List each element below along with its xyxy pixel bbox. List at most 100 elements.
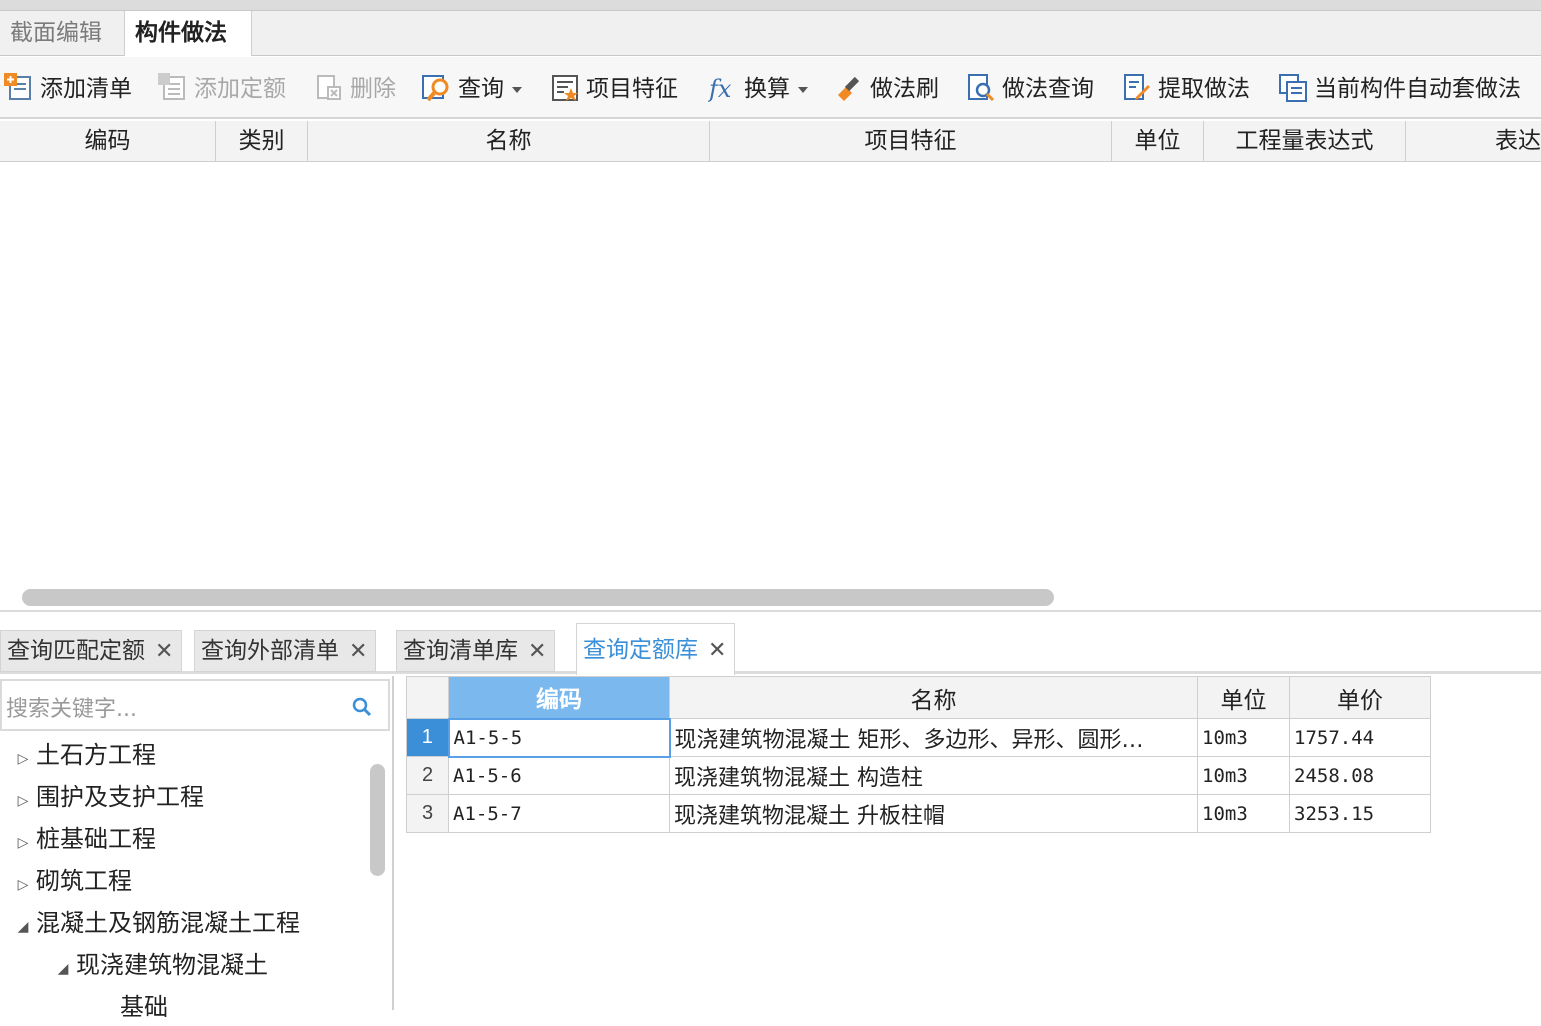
tree-item-label: 现浇建筑物混凝土 [76, 951, 268, 979]
method-brush-button[interactable]: 做法刷 [834, 71, 939, 107]
extract-method-button[interactable]: 提取做法 [1122, 71, 1250, 107]
cell-price[interactable]: 1757.44 [1289, 718, 1431, 757]
tree-item[interactable]: 基础 [120, 988, 168, 1026]
cell-price[interactable]: 3253.15 [1289, 794, 1431, 833]
table-row[interactable]: 2 A1-5-6 现浇建筑物混凝土 构造柱 10m3 2458.08 [406, 756, 1431, 795]
collapse-triangle-icon[interactable]: ◢ [52, 950, 74, 988]
tab-component-method[interactable]: 构件做法 [124, 11, 252, 56]
query-label: 查询 [458, 76, 504, 102]
cell-name[interactable]: 现浇建筑物混凝土 升板柱帽 [669, 794, 1198, 833]
column-header-code[interactable]: 编码 [448, 676, 670, 719]
function-icon: fx [707, 73, 738, 103]
row-number[interactable]: 2 [406, 756, 449, 795]
brush-icon [834, 73, 864, 103]
column-header-item-feature[interactable]: 项目特征 [710, 121, 1112, 162]
query-tabbar: 查询匹配定额 ✕ 查询外部清单 ✕ 查询清单库 ✕ 查询定额库 ✕ [0, 620, 1541, 677]
row-number[interactable]: 1 [406, 718, 449, 757]
panel-divider[interactable] [0, 610, 1541, 612]
quota-tree-panel: 搜索关键字... ▷ 土石方工程 ▷ 围护及支护工程 ▷ 桩基础工程 ▷ 砌筑工程 ◢ 混… [0, 676, 394, 1021]
close-icon[interactable]: ✕ [708, 625, 726, 677]
top-strip [0, 0, 1541, 11]
search-icon[interactable] [350, 695, 374, 719]
tree-item-label: 桩基础工程 [36, 825, 156, 853]
quota-result-table: 编码 名称 单位 单价 1 A1-5-5 现浇建筑物混凝土 矩形、多边形、异形、… [406, 676, 1431, 833]
tree-item[interactable]: ◢ 混凝土及钢筋混凝土工程 [12, 904, 300, 942]
auto-apply-label: 当前构件自动套做法 [1314, 76, 1521, 102]
extract-method-icon [1122, 73, 1152, 103]
tree-item[interactable]: ▷ 围护及支护工程 [12, 778, 204, 816]
column-header-price[interactable]: 单价 [1289, 676, 1431, 719]
tab-query-list-library[interactable]: 查询清单库 ✕ [396, 630, 556, 672]
table-row[interactable]: 1 A1-5-5 现浇建筑物混凝土 矩形、多边形、异形、圆形… 10m3 175… [406, 717, 1431, 758]
convert-dropdown-button[interactable]: fx 换算 [707, 71, 808, 107]
toolbar: 添加清单 添加定额 删除 查询 项目特征 fx 换算 做法刷 做法查询 提取做法… [0, 57, 1541, 119]
main-grid-header: 编码 类别 名称 项目特征 单位 工程量表达式 表达 [0, 121, 1541, 162]
vertical-scrollbar[interactable] [370, 764, 385, 876]
delete-button[interactable]: 删除 [314, 71, 396, 107]
column-header-expression-desc[interactable]: 表达 [1406, 121, 1541, 162]
cell-name[interactable]: 现浇建筑物混凝土 矩形、多边形、异形、圆形… [669, 718, 1198, 757]
horizontal-scrollbar[interactable] [22, 589, 1054, 606]
delete-icon [314, 73, 344, 103]
column-header-quantity-expression[interactable]: 工程量表达式 [1204, 121, 1406, 162]
tree-item-label: 砌筑工程 [36, 867, 132, 895]
tree-item-label: 围护及支护工程 [36, 783, 204, 811]
column-header-unit[interactable]: 单位 [1197, 676, 1290, 719]
add-list-label: 添加清单 [40, 76, 132, 102]
cell-unit[interactable]: 10m3 [1197, 718, 1290, 757]
search-placeholder: 搜索关键字... [6, 697, 137, 722]
method-query-icon [966, 73, 996, 103]
convert-label: 换算 [744, 76, 790, 102]
add-quota-icon [158, 72, 188, 103]
column-header-name[interactable]: 名称 [308, 121, 710, 162]
tree-item[interactable]: ▷ 土石方工程 [12, 736, 156, 774]
cell-unit[interactable]: 10m3 [1197, 756, 1290, 795]
tab-label: 查询外部清单 [201, 638, 339, 664]
extract-method-label: 提取做法 [1158, 76, 1250, 102]
tab-label: 查询定额库 [583, 637, 698, 663]
expand-triangle-icon[interactable]: ▷ [12, 782, 34, 820]
add-quota-button[interactable]: 添加定额 [158, 71, 286, 107]
method-query-button[interactable]: 做法查询 [966, 71, 1094, 107]
expand-triangle-icon[interactable]: ▷ [12, 866, 34, 904]
close-icon[interactable]: ✕ [349, 632, 367, 672]
close-icon[interactable]: ✕ [155, 632, 173, 672]
add-list-icon [4, 72, 34, 103]
tab-query-matching-quota[interactable]: 查询匹配定额 ✕ [0, 630, 183, 672]
main-grid-body [0, 162, 1541, 610]
tab-query-quota-library[interactable]: 查询定额库 ✕ [576, 623, 736, 677]
cell-name[interactable]: 现浇建筑物混凝土 构造柱 [669, 756, 1198, 795]
row-number[interactable]: 3 [406, 794, 449, 833]
tree-item-label: 基础 [120, 993, 168, 1021]
svg-text:fx: fx [708, 75, 732, 103]
tree-item[interactable]: ▷ 砌筑工程 [12, 862, 132, 900]
cell-code[interactable]: A1-5-7 [448, 794, 670, 833]
item-feature-button[interactable]: 项目特征 [550, 71, 678, 107]
cell-code[interactable]: A1-5-6 [448, 756, 670, 795]
cell-price[interactable]: 2458.08 [1289, 756, 1431, 795]
row-number-header[interactable] [406, 676, 449, 719]
auto-apply-method-button[interactable]: 当前构件自动套做法 [1278, 71, 1521, 107]
cell-unit[interactable]: 10m3 [1197, 794, 1290, 833]
cell-code[interactable]: A1-5-5 [447, 717, 671, 758]
close-icon[interactable]: ✕ [528, 632, 546, 672]
tree-item[interactable]: ◢ 现浇建筑物混凝土 [52, 946, 268, 984]
expand-triangle-icon[interactable]: ▷ [12, 824, 34, 862]
search-input[interactable]: 搜索关键字... [0, 679, 390, 731]
table-row[interactable]: 3 A1-5-7 现浇建筑物混凝土 升板柱帽 10m3 3253.15 [406, 794, 1431, 833]
add-list-button[interactable]: 添加清单 [4, 71, 132, 107]
collapse-triangle-icon[interactable]: ◢ [12, 908, 34, 946]
query-dropdown-button[interactable]: 查询 [422, 71, 522, 107]
tab-query-external-list[interactable]: 查询外部清单 ✕ [194, 630, 377, 672]
chevron-down-icon [798, 86, 808, 93]
tree-item[interactable]: ▷ 桩基础工程 [12, 820, 156, 858]
column-header-name[interactable]: 名称 [669, 676, 1198, 719]
column-header-unit[interactable]: 单位 [1112, 121, 1204, 162]
column-header-code[interactable]: 编码 [0, 121, 216, 162]
item-feature-icon [550, 73, 580, 103]
chevron-down-icon [512, 86, 522, 93]
expand-triangle-icon[interactable]: ▷ [12, 740, 34, 778]
auto-apply-icon [1278, 73, 1308, 103]
tab-section-edit[interactable]: 截面编辑 [0, 11, 124, 56]
column-header-category[interactable]: 类别 [216, 121, 308, 162]
